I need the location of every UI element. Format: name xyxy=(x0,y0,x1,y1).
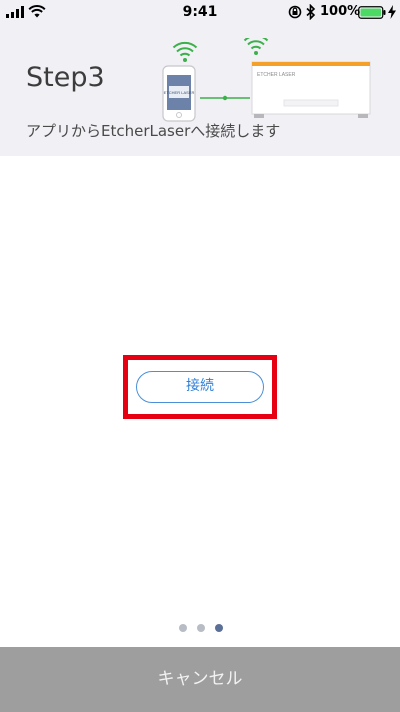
wifi-icon xyxy=(172,41,198,62)
charging-icon xyxy=(388,5,396,19)
page-dot-3 xyxy=(215,624,223,632)
wifi-icon xyxy=(243,38,269,55)
rotation-lock-icon xyxy=(288,5,302,19)
battery-icon xyxy=(358,6,386,19)
step-title: Step3 xyxy=(26,62,105,93)
page-indicator xyxy=(176,624,226,634)
page-dot-2 xyxy=(197,624,205,632)
step-description: アプリからEtcherLaserへ接続します xyxy=(26,122,281,140)
cancel-button[interactable]: キャンセル xyxy=(0,647,400,712)
machine-label: ETCHER LASER xyxy=(257,72,296,78)
connect-button[interactable]: 接続 xyxy=(136,371,264,403)
smartphone-icon: ETCHER LASER xyxy=(162,65,196,122)
laser-machine-icon: ETCHER LASER xyxy=(251,61,371,118)
step-header: Step3 ETCHER LASER ETCHER LASER アプリからEtc… xyxy=(0,24,400,156)
connection-illustration: ETCHER LASER ETCHER LASER xyxy=(162,38,371,122)
page-dot-1 xyxy=(179,624,187,632)
status-bar: 9:41 100% xyxy=(0,0,400,24)
bluetooth-icon xyxy=(306,4,316,20)
battery-percent: 100% xyxy=(320,4,361,19)
device-screen-text: ETCHER LASER xyxy=(164,90,195,95)
